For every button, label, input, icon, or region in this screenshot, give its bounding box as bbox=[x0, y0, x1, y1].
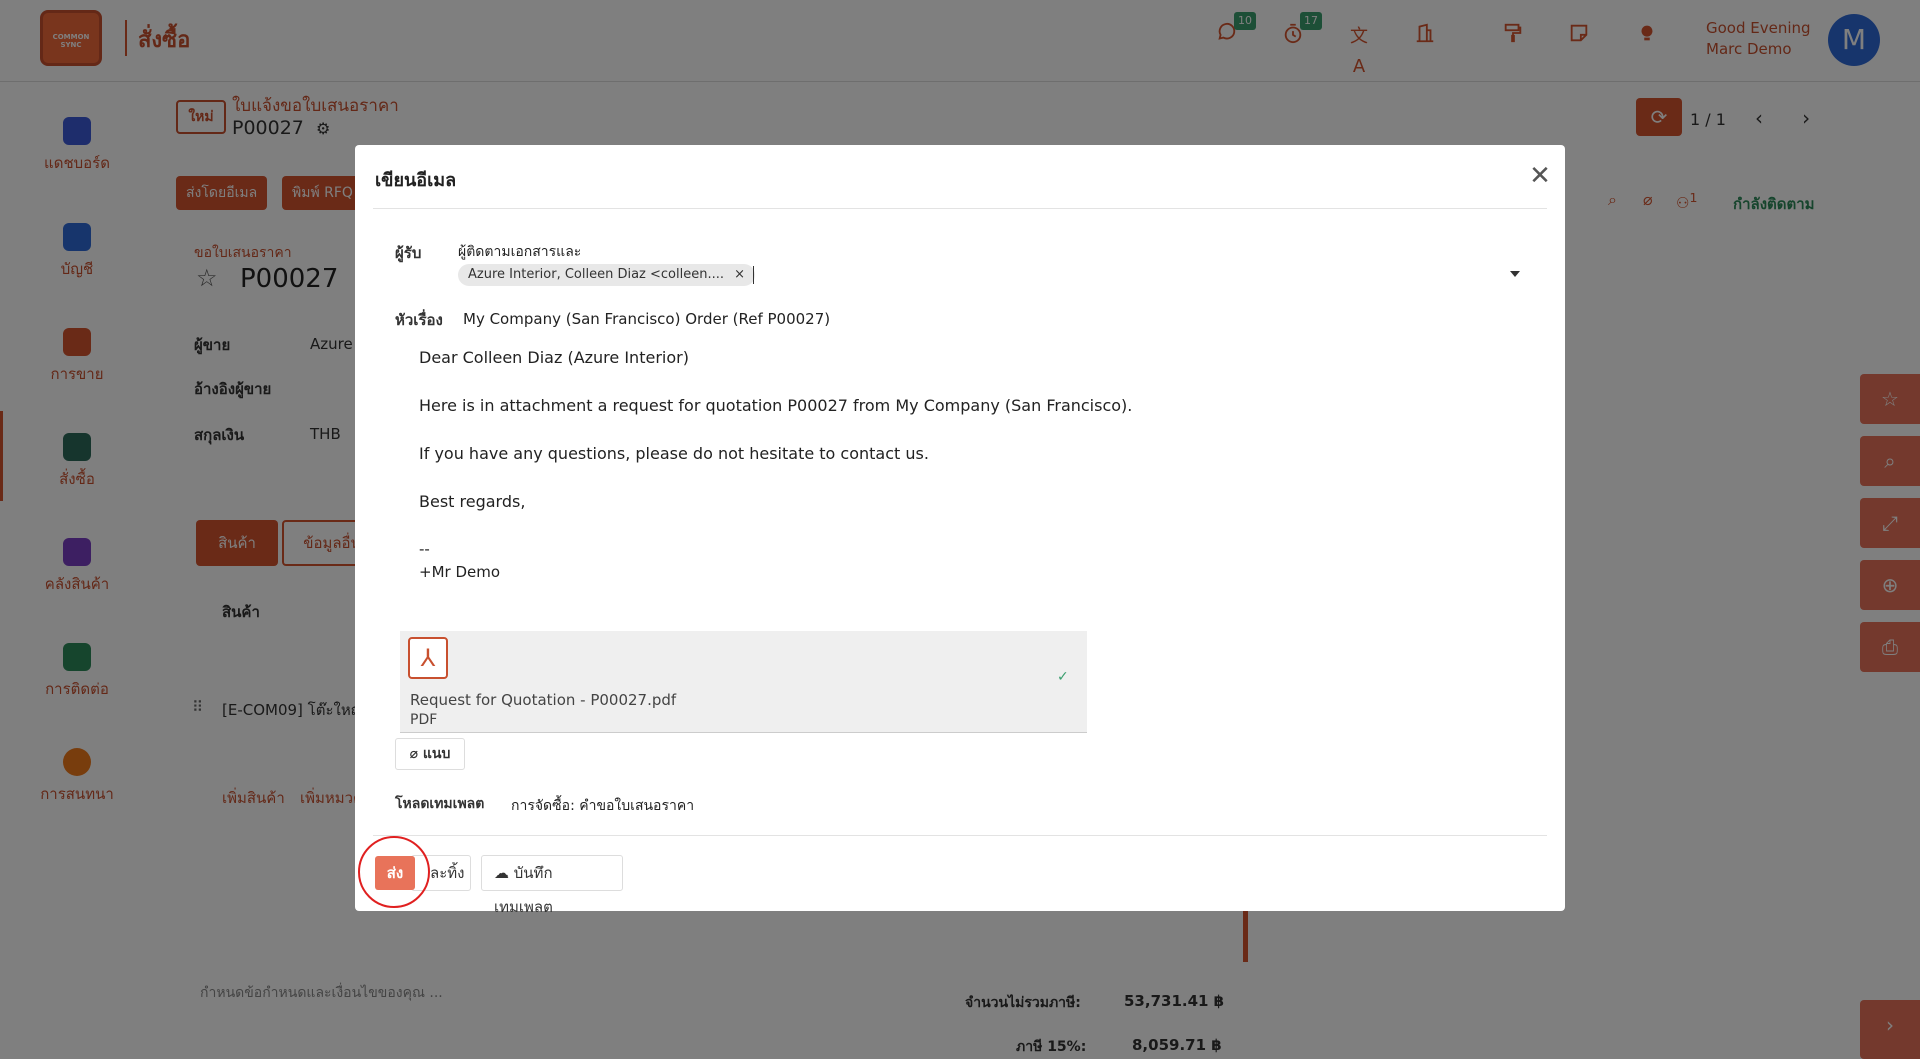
recipient-tag[interactable]: Azure Interior, Colleen Diaz <colleen...… bbox=[458, 264, 756, 286]
recipients-hint: ผู้ติดตามเอกสารและ bbox=[458, 244, 582, 260]
body-line-signature: +Mr Demo bbox=[419, 563, 501, 581]
body-line-signature-sep: -- bbox=[419, 540, 430, 558]
subject-label: หัวเรื่อง bbox=[395, 311, 443, 329]
subject-input[interactable]: My Company (San Francisco) Order (Ref P0… bbox=[463, 310, 830, 328]
attachment-card[interactable]: ⅄ Request for Quotation - P00027.pdf PDF… bbox=[400, 631, 1087, 733]
attachment-type: PDF bbox=[410, 712, 438, 728]
template-label: โหลดเทมเพลต bbox=[395, 796, 485, 812]
remove-tag-icon[interactable]: × bbox=[734, 267, 745, 282]
email-body-editor[interactable]: Dear Colleen Diaz (Azure Interior) Here … bbox=[375, 335, 1525, 620]
divider bbox=[373, 835, 1547, 836]
body-line-questions: If you have any questions, please do not… bbox=[419, 444, 929, 463]
text-cursor bbox=[753, 266, 754, 284]
body-line-greeting: Dear Colleen Diaz (Azure Interior) bbox=[419, 348, 689, 367]
close-icon[interactable]: ✕ bbox=[1525, 161, 1555, 191]
chevron-down-icon[interactable] bbox=[1510, 271, 1520, 277]
cloud-upload-icon: ☁ bbox=[494, 864, 514, 882]
dialog-title: เขียนอีเมล bbox=[375, 170, 457, 191]
body-line-attachment: Here is in attachment a request for quot… bbox=[419, 396, 1133, 415]
attach-label: แนบ bbox=[422, 746, 451, 762]
check-icon: ✓ bbox=[1057, 669, 1069, 685]
paperclip-icon: ⌀ bbox=[409, 746, 423, 762]
template-select[interactable]: การจัดซื้อ: คำขอใบเสนอราคา bbox=[511, 795, 694, 817]
recipient-tag-label: Azure Interior, Colleen Diaz <colleen...… bbox=[468, 267, 724, 282]
divider bbox=[373, 208, 1547, 209]
attachment-name: Request for Quotation - P00027.pdf bbox=[410, 691, 677, 709]
recipients-label: ผู้รับ bbox=[395, 244, 422, 262]
pdf-icon: ⅄ bbox=[408, 637, 448, 679]
body-line-regards: Best regards, bbox=[419, 492, 526, 511]
save-template-button[interactable]: ☁ บันทึกเทมเพลต bbox=[481, 855, 623, 916]
compose-email-dialog: เขียนอีเมล ✕ ผู้รับ ผู้ติดตามเอกสารและ A… bbox=[355, 145, 1565, 916]
attach-button[interactable]: ⌀ แนบ bbox=[395, 738, 465, 770]
highlight-circle bbox=[358, 836, 430, 908]
